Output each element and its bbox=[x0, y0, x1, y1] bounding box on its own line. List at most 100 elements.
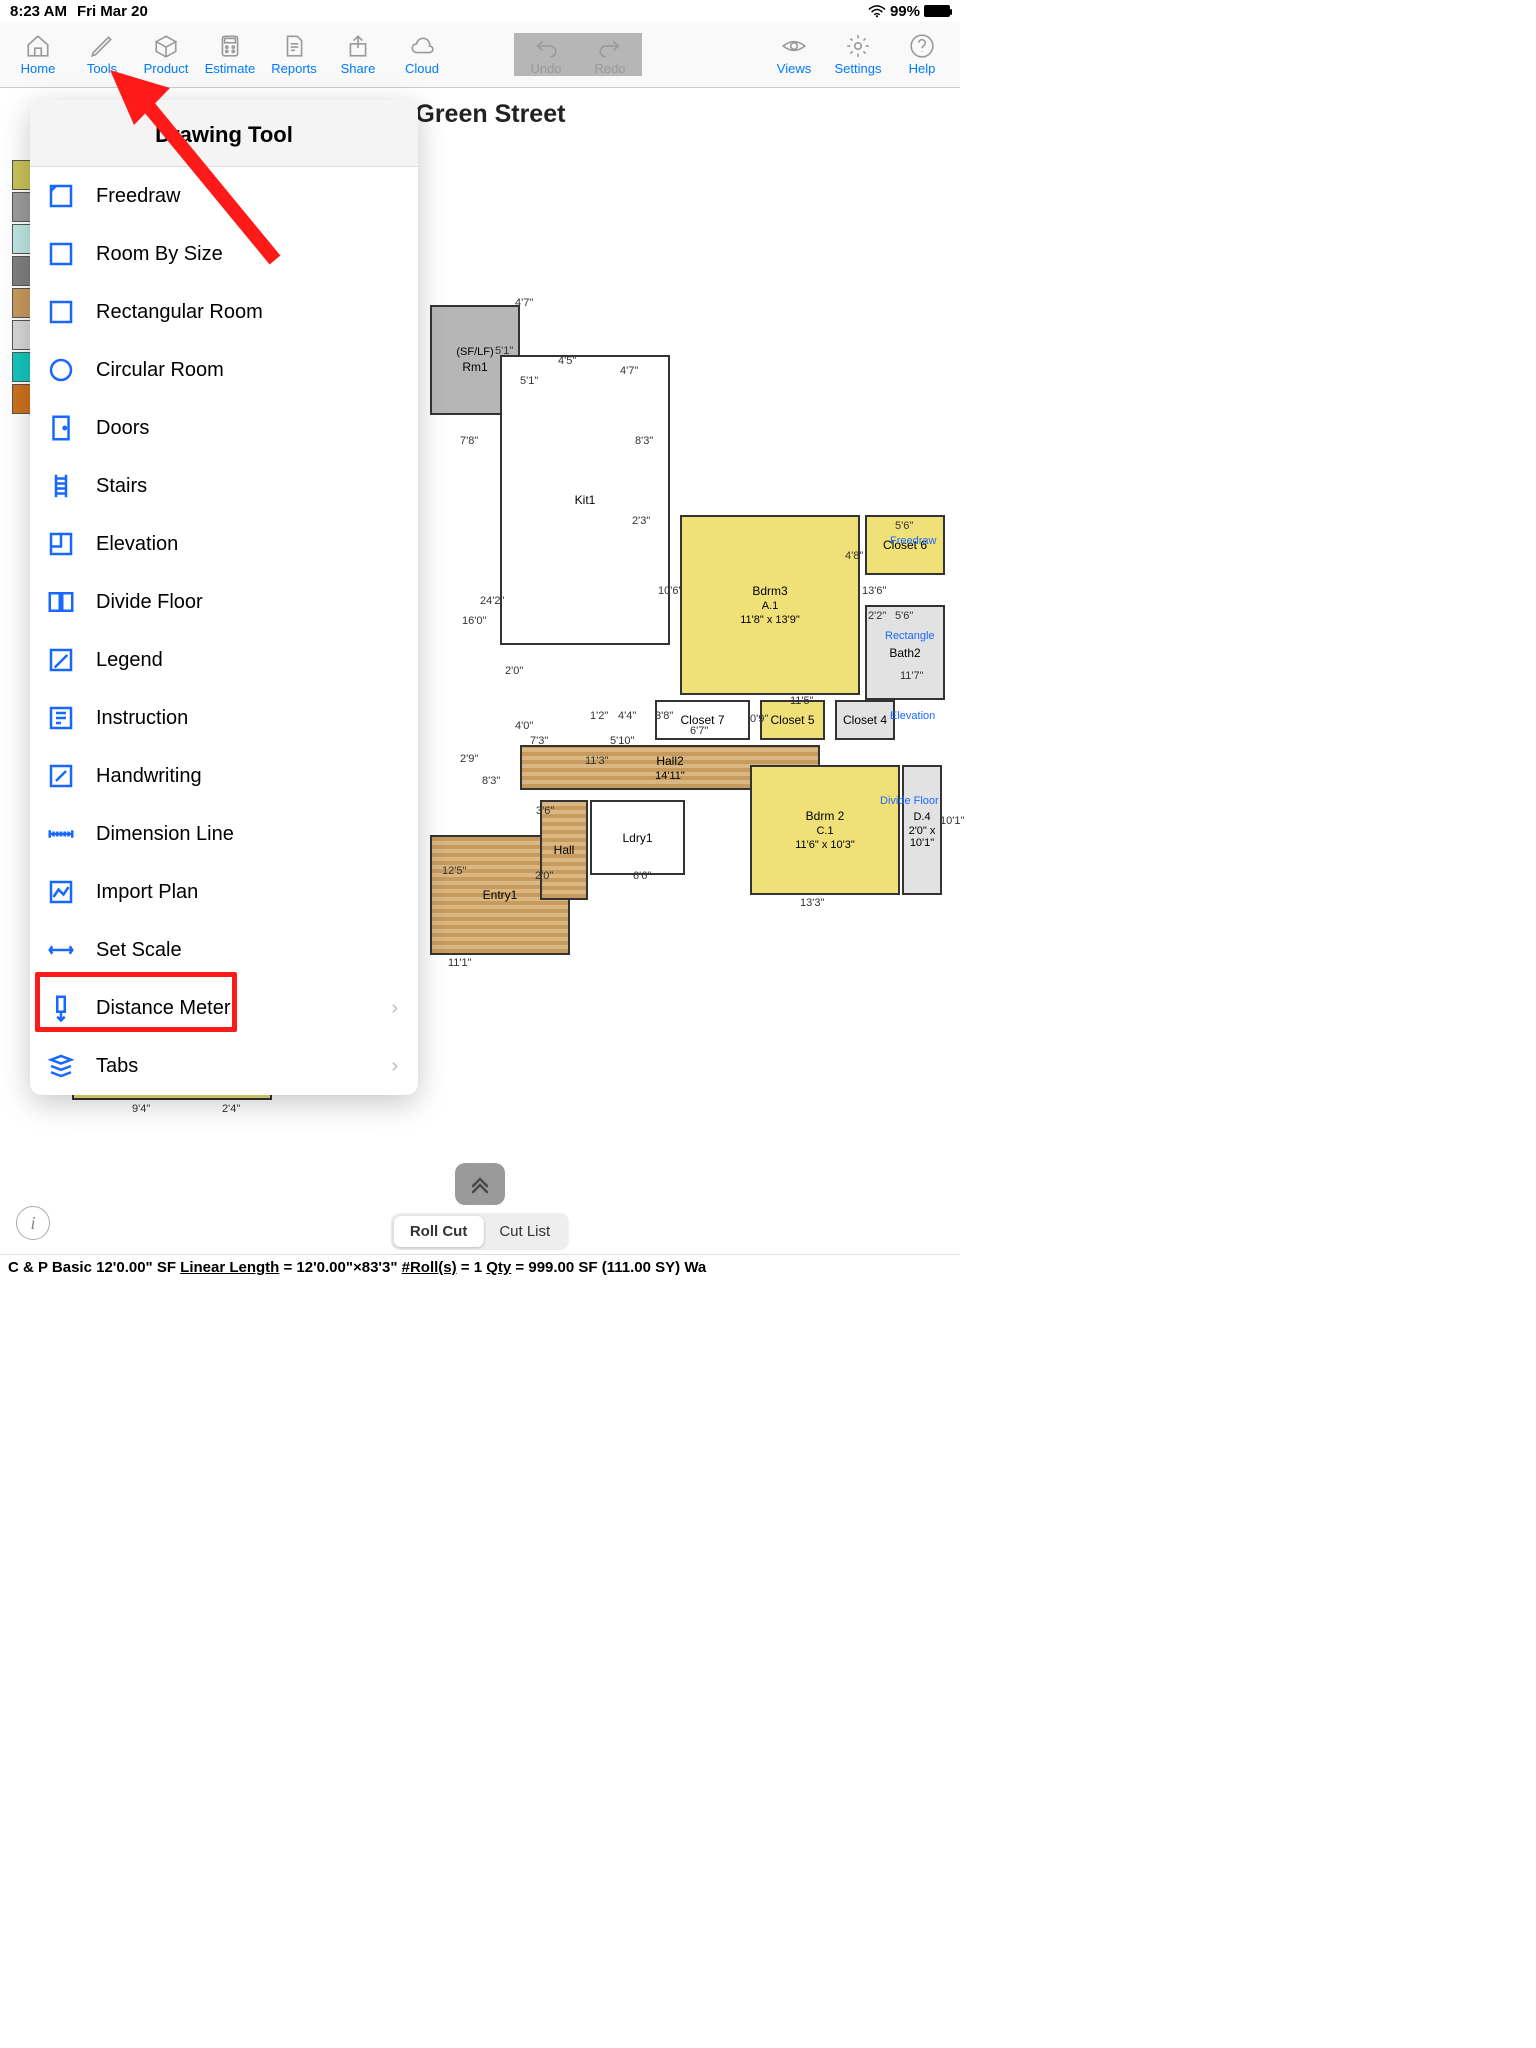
dimension-label: 7'8" bbox=[460, 435, 478, 447]
tool-handwriting[interactable]: Handwriting bbox=[30, 747, 418, 805]
dimension-label: 4'8" bbox=[845, 550, 863, 562]
segment-roll-cut[interactable]: Roll Cut bbox=[394, 1216, 484, 1247]
calculator-icon bbox=[217, 33, 243, 59]
overlay-label: Rectangle bbox=[885, 630, 935, 642]
eye-icon bbox=[781, 33, 807, 59]
tool-room-by-size[interactable]: Room By Size bbox=[30, 225, 418, 283]
overlay-label: Freedraw bbox=[890, 535, 936, 547]
tool-label: Stairs bbox=[96, 475, 147, 498]
dimension-label: 11'5" bbox=[790, 695, 814, 707]
undo-icon bbox=[533, 33, 559, 59]
dimension-label: 11'3" bbox=[585, 755, 609, 767]
main-toolbar: Home Tools Product Estimate Reports Shar… bbox=[0, 22, 960, 88]
dimension-label: 8'3" bbox=[635, 435, 653, 447]
reports-button[interactable]: Reports bbox=[262, 33, 326, 76]
info-button[interactable]: i bbox=[16, 1206, 50, 1240]
tool-rectangular-room[interactable]: Rectangular Room bbox=[30, 283, 418, 341]
box-icon bbox=[153, 33, 179, 59]
dimension-label: 10'6" bbox=[658, 585, 682, 597]
bottom-status-strip: C & P Basic 12'0.00" SF Linear Length = … bbox=[0, 1254, 960, 1280]
set-scale-icon bbox=[46, 935, 76, 965]
tool-label: Instruction bbox=[96, 707, 188, 730]
dimension-label: 4'5" bbox=[558, 355, 576, 367]
redo-button[interactable]: Redo bbox=[578, 33, 642, 76]
tools-button[interactable]: Tools bbox=[70, 33, 134, 76]
tool-circular-room[interactable]: Circular Room bbox=[30, 341, 418, 399]
redo-icon bbox=[597, 33, 623, 59]
status-time: 8:23 AM bbox=[10, 3, 67, 20]
tool-instruction[interactable]: Instruction bbox=[30, 689, 418, 747]
tool-distance-meter[interactable]: Distance Meter › bbox=[30, 979, 418, 1037]
tool-label: Rectangular Room bbox=[96, 301, 263, 324]
chevron-up-double-icon bbox=[468, 1172, 492, 1196]
dimension-label: 3'6" bbox=[536, 805, 554, 817]
dimension-label: 7'3" bbox=[530, 735, 548, 747]
tool-dimension-line[interactable]: Dimension Line bbox=[30, 805, 418, 863]
help-button[interactable]: Help bbox=[890, 33, 954, 76]
dimension-label: 4'0" bbox=[515, 720, 533, 732]
tool-label: Elevation bbox=[96, 533, 178, 556]
room-bdrm3[interactable]: Bdrm3A.111'8" x 13'9" bbox=[680, 515, 860, 695]
room-bdrm-2[interactable]: Bdrm 2C.111'6" x 10'3" bbox=[750, 765, 900, 895]
room-unnamed[interactable]: D.42'0" x 10'1" bbox=[902, 765, 942, 895]
tool-label: Dimension Line bbox=[96, 823, 234, 846]
share-icon bbox=[345, 33, 371, 59]
home-icon bbox=[25, 33, 51, 59]
tool-label: Circular Room bbox=[96, 359, 224, 382]
wifi-icon bbox=[868, 5, 886, 17]
instruction-icon bbox=[46, 703, 76, 733]
tool-label: Tabs bbox=[96, 1055, 138, 1078]
tool-label: Handwriting bbox=[96, 765, 202, 788]
dimension-label: 0'9" bbox=[750, 713, 768, 725]
help-icon bbox=[909, 33, 935, 59]
status-date: Fri Mar 20 bbox=[77, 3, 148, 20]
chevron-right-icon: › bbox=[391, 1055, 398, 1078]
room-closet-4[interactable]: Closet 4 bbox=[835, 700, 895, 740]
views-button[interactable]: Views bbox=[762, 33, 826, 76]
tool-label: Freedraw bbox=[96, 185, 180, 208]
circular-room-icon bbox=[46, 355, 76, 385]
segment-cut-list[interactable]: Cut List bbox=[483, 1216, 566, 1247]
rectangular-room-icon bbox=[46, 297, 76, 327]
room-kit1[interactable]: Kit1 bbox=[500, 355, 670, 645]
tool-stairs[interactable]: Stairs bbox=[30, 457, 418, 515]
tool-freedraw[interactable]: Freedraw bbox=[30, 167, 418, 225]
dimension-label: 5'1" bbox=[520, 375, 538, 387]
estimate-button[interactable]: Estimate bbox=[198, 33, 262, 76]
drawing-tool-panel-title: Drawing Tool bbox=[30, 100, 418, 167]
tool-label: Doors bbox=[96, 417, 149, 440]
tool-import-plan[interactable]: Import Plan bbox=[30, 863, 418, 921]
tool-legend[interactable]: Legend bbox=[30, 631, 418, 689]
chevron-right-icon: › bbox=[391, 997, 398, 1020]
share-button[interactable]: Share bbox=[326, 33, 390, 76]
undo-button[interactable]: Undo bbox=[514, 33, 578, 76]
handwriting-icon bbox=[46, 761, 76, 791]
settings-button[interactable]: Settings bbox=[826, 33, 890, 76]
divide-floor-icon bbox=[46, 587, 76, 617]
tool-label: Distance Meter bbox=[96, 997, 231, 1020]
product-button[interactable]: Product bbox=[134, 33, 198, 76]
dimension-label: 2'3" bbox=[632, 515, 650, 527]
cloud-button[interactable]: Cloud bbox=[390, 33, 454, 76]
tool-label: Room By Size bbox=[96, 243, 223, 266]
room-ldry1[interactable]: Ldry1 bbox=[590, 800, 685, 875]
doors-icon bbox=[46, 413, 76, 443]
room-by-size-icon bbox=[46, 239, 76, 269]
elevation-icon bbox=[46, 529, 76, 559]
dimension-label: 13'3" bbox=[800, 897, 824, 909]
expand-up-button[interactable] bbox=[455, 1163, 505, 1205]
drawing-tool-panel: Drawing Tool Freedraw Room By Size Rectang… bbox=[30, 100, 418, 1095]
import-plan-icon bbox=[46, 877, 76, 907]
dimension-label: 5'10" bbox=[610, 735, 634, 747]
tool-label: Divide Floor bbox=[96, 591, 203, 614]
home-button[interactable]: Home bbox=[6, 33, 70, 76]
stairs-icon bbox=[46, 471, 76, 501]
tool-elevation[interactable]: Elevation bbox=[30, 515, 418, 573]
tool-set-scale[interactable]: Set Scale bbox=[30, 921, 418, 979]
tool-tabs[interactable]: Tabs › bbox=[30, 1037, 418, 1095]
dimension-label: 3'8" bbox=[655, 710, 673, 722]
tool-divide-floor[interactable]: Divide Floor bbox=[30, 573, 418, 631]
dimension-label: 4'7" bbox=[620, 365, 638, 377]
tool-doors[interactable]: Doors bbox=[30, 399, 418, 457]
dimension-label: 10'1" bbox=[940, 815, 964, 827]
